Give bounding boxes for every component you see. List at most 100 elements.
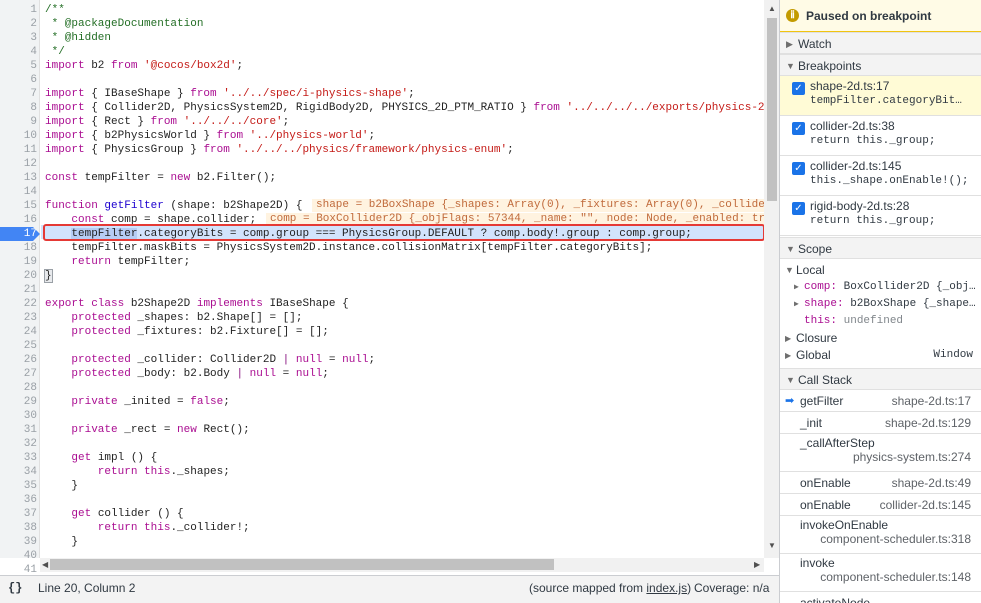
collapsed-triangle-icon: ▶ bbox=[794, 283, 799, 292]
horizontal-scrollbar-thumb[interactable] bbox=[50, 559, 554, 570]
line-number[interactable]: 26 bbox=[0, 353, 37, 367]
code-line-39: } bbox=[45, 536, 79, 548]
scope-variable-comp[interactable]: ▶ comp: BoxCollider2D {_obj… bbox=[780, 279, 981, 296]
line-number[interactable]: 29 bbox=[0, 395, 37, 409]
code-line-2: * @packageDocumentation bbox=[45, 18, 204, 30]
code-line-31: private _rect = new Rect(); bbox=[45, 424, 250, 436]
line-number[interactable]: 18 bbox=[0, 241, 37, 255]
vertical-scrollbar-thumb[interactable] bbox=[767, 18, 777, 201]
line-number[interactable]: 41 bbox=[0, 563, 37, 575]
breakpoint-item[interactable]: ✓ rigid-body-2d.ts:28 return this._group… bbox=[780, 196, 981, 236]
code-line-34: return this._shapes; bbox=[45, 466, 230, 478]
call-frame[interactable]: activateNode bbox=[780, 592, 981, 603]
line-number[interactable]: 9 bbox=[0, 115, 37, 129]
checkbox-checked-icon[interactable]: ✓ bbox=[792, 202, 805, 215]
code-line-7: import { IBaseShape } from '../../spec/i… bbox=[45, 88, 415, 100]
editor-status-bar: {} Line 20, Column 2 (source mapped from… bbox=[0, 575, 779, 603]
scroll-left-arrow-icon[interactable]: ◀ bbox=[42, 560, 48, 569]
line-number[interactable]: 13 bbox=[0, 171, 37, 185]
scroll-right-arrow-icon[interactable]: ▶ bbox=[754, 560, 760, 569]
code-line-9: import { Rect } from '../../../core'; bbox=[45, 116, 290, 128]
expanded-triangle-icon: ▼ bbox=[786, 244, 795, 254]
line-number[interactable]: 21 bbox=[0, 283, 37, 297]
scope-global[interactable]: ▶ Global Window bbox=[780, 347, 981, 364]
call-frame[interactable]: invokeOnEnable component-scheduler.ts:318 bbox=[780, 516, 981, 554]
scope-closure[interactable]: ▶ Closure bbox=[780, 330, 981, 347]
line-number[interactable]: 24 bbox=[0, 325, 37, 339]
call-frame[interactable]: onEnable collider-2d.ts:145 bbox=[780, 494, 981, 516]
line-number[interactable]: 36 bbox=[0, 493, 37, 507]
call-frame[interactable]: ➡ getFilter shape-2d.ts:17 bbox=[780, 390, 981, 412]
breakpoint-item[interactable]: ✓ collider-2d.ts:38 return this._group; bbox=[780, 116, 981, 156]
scope-variable-shape[interactable]: ▶ shape: b2BoxShape {_shape… bbox=[780, 296, 981, 313]
line-number[interactable]: 34 bbox=[0, 465, 37, 479]
line-number[interactable]: 7 bbox=[0, 87, 37, 101]
line-number[interactable]: 2 bbox=[0, 17, 37, 31]
code-line-10: import { b2PhysicsWorld } from '../physi… bbox=[45, 130, 376, 142]
line-number[interactable]: 3 bbox=[0, 31, 37, 45]
code-line-35: } bbox=[45, 480, 79, 492]
call-frame[interactable]: _callAfterStep physics-system.ts:274 bbox=[780, 434, 981, 472]
line-number[interactable]: 15 bbox=[0, 199, 37, 213]
code-line-5: import b2 from '@cocos/box2d'; bbox=[45, 60, 244, 72]
line-number[interactable]: 32 bbox=[0, 437, 37, 451]
line-number[interactable]: 16 bbox=[0, 213, 37, 227]
cursor-position: Line 20, Column 2 bbox=[38, 581, 136, 595]
line-number[interactable]: 31 bbox=[0, 423, 37, 437]
line-number[interactable]: 11 bbox=[0, 143, 37, 157]
line-number[interactable]: 14 bbox=[0, 185, 37, 199]
line-number[interactable]: 28 bbox=[0, 381, 37, 395]
line-number[interactable]: 19 bbox=[0, 255, 37, 269]
scope-local[interactable]: ▼ Local bbox=[780, 262, 981, 279]
line-number[interactable]: 33 bbox=[0, 451, 37, 465]
scroll-down-arrow-icon[interactable]: ▼ bbox=[768, 541, 776, 550]
breakpoint-line-number[interactable]: 17 bbox=[0, 227, 40, 241]
line-number[interactable]: 1 bbox=[0, 3, 37, 17]
line-number[interactable]: 22 bbox=[0, 297, 37, 311]
code-line-23: protected _shapes: b2.Shape[] = []; bbox=[45, 312, 303, 324]
line-number[interactable]: 39 bbox=[0, 535, 37, 549]
line-number[interactable]: 4 bbox=[0, 45, 37, 59]
expanded-triangle-icon: ▼ bbox=[786, 375, 795, 385]
line-number[interactable]: 6 bbox=[0, 73, 37, 87]
checkbox-checked-icon[interactable]: ✓ bbox=[792, 162, 805, 175]
call-frame[interactable]: invoke component-scheduler.ts:148 bbox=[780, 554, 981, 592]
breakpoint-item[interactable]: ✓ shape-2d.ts:17 tempFilter.categoryBit… bbox=[780, 76, 981, 116]
line-number[interactable]: 5 bbox=[0, 59, 37, 73]
code-line-38: return this._collider!; bbox=[45, 522, 250, 534]
code-line-13: const tempFilter = new b2.Filter(); bbox=[45, 172, 277, 184]
scroll-up-arrow-icon[interactable]: ▲ bbox=[768, 4, 776, 13]
scope-variable-this[interactable]: this: undefined bbox=[780, 313, 981, 330]
line-number[interactable]: 27 bbox=[0, 367, 37, 381]
line-number[interactable]: 12 bbox=[0, 157, 37, 171]
line-number[interactable]: 25 bbox=[0, 339, 37, 353]
line-number[interactable]: 10 bbox=[0, 129, 37, 143]
breakpoints-section-header[interactable]: ▼ Breakpoints bbox=[780, 54, 981, 76]
line-number[interactable]: 8 bbox=[0, 101, 37, 115]
line-number[interactable]: 37 bbox=[0, 507, 37, 521]
line-number[interactable]: 40 bbox=[0, 549, 37, 563]
code-line-1: /** bbox=[45, 4, 65, 16]
code-line-29: private _inited = false; bbox=[45, 396, 230, 408]
call-frame[interactable]: _init shape-2d.ts:129 bbox=[780, 412, 981, 434]
line-number[interactable]: 23 bbox=[0, 311, 37, 325]
source-map-link[interactable]: index.js bbox=[646, 581, 687, 595]
expanded-triangle-icon: ▼ bbox=[785, 265, 794, 275]
code-line-3: * @hidden bbox=[45, 32, 112, 44]
source-editor[interactable]: 1 2 3 4 5 6 7 8 9 10 11 12 13 14 15 16 17 18 19 20 21 22 23 24 2… bbox=[0, 0, 779, 575]
checkbox-checked-icon[interactable]: ✓ bbox=[792, 82, 805, 95]
checkbox-checked-icon[interactable]: ✓ bbox=[792, 122, 805, 135]
watch-section-header[interactable]: ▶ Watch bbox=[780, 32, 981, 54]
collapsed-triangle-icon: ▶ bbox=[785, 351, 792, 360]
code-line-4: */ bbox=[45, 46, 65, 58]
line-number-gutter[interactable]: 1 2 3 4 5 6 7 8 9 10 11 12 13 14 15 16 17 18 19 20 21 22 23 24 2… bbox=[0, 0, 40, 575]
call-stack-section-header[interactable]: ▼ Call Stack bbox=[780, 368, 981, 390]
call-frame[interactable]: onEnable shape-2d.ts:49 bbox=[780, 472, 981, 494]
line-number[interactable]: 38 bbox=[0, 521, 37, 535]
breakpoint-item[interactable]: ✓ collider-2d.ts:145 this._shape.onEnabl… bbox=[780, 156, 981, 196]
line-number[interactable]: 35 bbox=[0, 479, 37, 493]
line-number[interactable]: 20 bbox=[0, 269, 37, 283]
scope-section-header[interactable]: ▼ Scope bbox=[780, 237, 981, 259]
line-number[interactable]: 30 bbox=[0, 409, 37, 423]
pretty-print-icon[interactable]: {} bbox=[8, 576, 22, 600]
